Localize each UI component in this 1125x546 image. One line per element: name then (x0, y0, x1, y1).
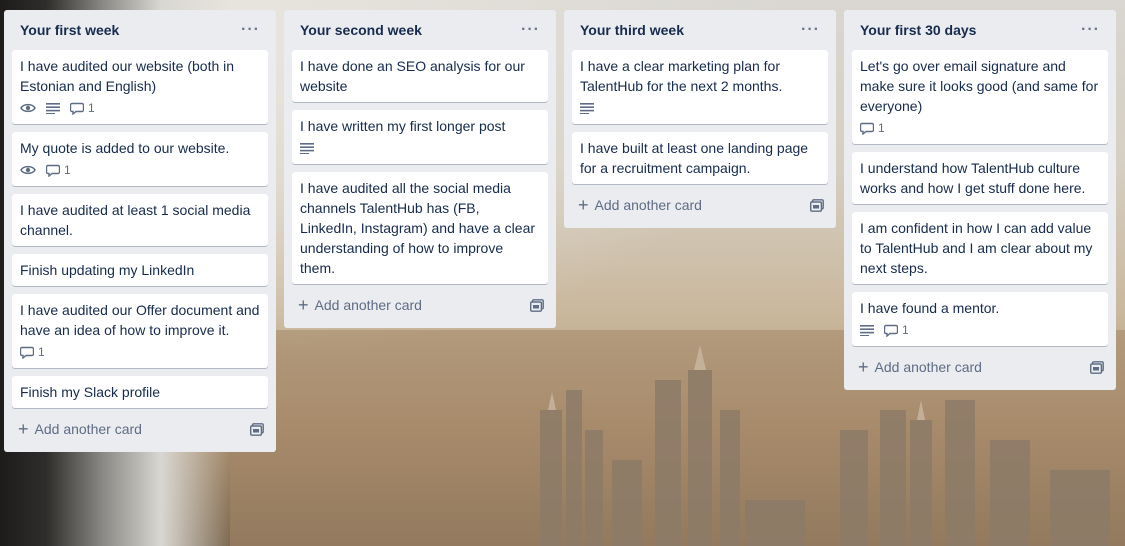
add-another-card-button[interactable]: + Add another card (18, 420, 142, 438)
card-title: I have a clear marketing plan for Talent… (580, 58, 783, 94)
card[interactable]: Finish my Slack profile (12, 376, 268, 408)
card-badges (300, 138, 540, 158)
card-title: Let's go over email signature and make s… (860, 58, 1099, 114)
add-card-label: Add another card (314, 297, 422, 313)
list-4: Your first 30 days ··· Let's go over email… (844, 10, 1116, 390)
card-title: I am confident in how I can add value to… (860, 220, 1093, 276)
card-template-icon[interactable] (530, 298, 544, 312)
card-title: Finish my Slack profile (20, 384, 161, 400)
plus-icon: + (578, 195, 589, 215)
card[interactable]: I have done an SEO analysis for our webs… (292, 50, 548, 102)
comments-badge: 1 (860, 118, 885, 138)
plus-icon: + (298, 295, 309, 315)
list-header: Your first week ··· (12, 10, 268, 50)
comment-count: 1 (902, 323, 909, 337)
card-badges: 1 (20, 342, 260, 362)
card-title: I have found a mentor. (860, 300, 1000, 316)
list-title[interactable]: Your first week (20, 22, 119, 38)
ellipsis-icon[interactable]: ··· (235, 21, 266, 39)
description-lines-icon (580, 102, 594, 114)
add-another-card-button[interactable]: + Add another card (578, 196, 702, 214)
card-title: I have done an SEO analysis for our webs… (300, 58, 525, 94)
plus-icon: + (858, 357, 869, 377)
card-title: I have built at least one landing page f… (580, 140, 809, 176)
list-header: Your first 30 days ··· (852, 10, 1108, 50)
card-badges: 1 (860, 320, 1100, 340)
card-badges (580, 98, 820, 118)
add-card-label: Add another card (594, 197, 702, 213)
card-template-icon[interactable] (250, 422, 264, 436)
comments-badge: 1 (70, 98, 95, 118)
card[interactable]: Finish updating my LinkedIn (12, 254, 268, 286)
add-card-row: + Add another card (12, 414, 268, 444)
list-2: Your second week ··· I have done an SEO an… (284, 10, 556, 328)
add-card-row: + Add another card (852, 352, 1108, 382)
card-badges: 1 (20, 160, 260, 180)
card-title: Finish updating my LinkedIn (20, 262, 195, 278)
plus-icon: + (18, 419, 29, 439)
list-title[interactable]: Your second week (300, 22, 422, 38)
card[interactable]: I have audited all the social media chan… (292, 172, 548, 284)
card-title: I have audited our website (both in Esto… (20, 58, 235, 94)
comment-bubble-icon (46, 164, 60, 177)
card-title: I have audited all the social media chan… (300, 180, 536, 276)
card-title: I understand how TalentHub culture works… (860, 160, 1086, 196)
description-lines-icon (860, 324, 874, 336)
description-lines-icon (46, 102, 60, 114)
comment-count: 1 (878, 121, 885, 135)
comment-bubble-icon (860, 122, 874, 135)
card[interactable]: I have audited our Offer document and ha… (12, 294, 268, 368)
comment-bubble-icon (20, 346, 34, 359)
ellipsis-icon[interactable]: ··· (1075, 21, 1106, 39)
comments-badge: 1 (884, 320, 909, 340)
card-template-icon[interactable] (1090, 360, 1104, 374)
comments-badge: 1 (20, 342, 45, 362)
description-lines-icon (300, 142, 314, 154)
add-card-label: Add another card (874, 359, 982, 375)
card[interactable]: My quote is added to our website. 1 (12, 132, 268, 186)
ellipsis-icon[interactable]: ··· (795, 21, 826, 39)
comment-count: 1 (64, 163, 71, 177)
card[interactable]: I am confident in how I can add value to… (852, 212, 1108, 284)
ellipsis-icon[interactable]: ··· (515, 21, 546, 39)
card-badges: 1 (20, 98, 260, 118)
add-card-row: + Add another card (572, 190, 828, 220)
card[interactable]: I have built at least one landing page f… (572, 132, 828, 184)
list-header: Your third week ··· (572, 10, 828, 50)
card[interactable]: I have written my first longer post (292, 110, 548, 164)
list-header: Your second week ··· (292, 10, 548, 50)
card[interactable]: I have audited at least 1 social media c… (12, 194, 268, 246)
card[interactable]: I have audited our website (both in Esto… (12, 50, 268, 124)
card-title: I have audited at least 1 social media c… (20, 202, 251, 238)
card[interactable]: Let's go over email signature and make s… (852, 50, 1108, 144)
list-title[interactable]: Your third week (580, 22, 684, 38)
list-1: Your first week ··· I have audited our web… (4, 10, 276, 452)
eye-icon (20, 164, 36, 176)
card[interactable]: I have a clear marketing plan for Talent… (572, 50, 828, 124)
comment-bubble-icon (70, 102, 84, 115)
add-card-label: Add another card (34, 421, 142, 437)
list-title[interactable]: Your first 30 days (860, 22, 976, 38)
list-3: Your third week ··· I have a clear marketi… (564, 10, 836, 228)
card[interactable]: I understand how TalentHub culture works… (852, 152, 1108, 204)
add-another-card-button[interactable]: + Add another card (858, 358, 982, 376)
card-badges: 1 (860, 118, 1100, 138)
comments-badge: 1 (46, 160, 71, 180)
comment-count: 1 (88, 101, 95, 115)
card-template-icon[interactable] (810, 198, 824, 212)
comment-bubble-icon (884, 324, 898, 337)
add-another-card-button[interactable]: + Add another card (298, 296, 422, 314)
card-title: I have audited our Offer document and ha… (20, 302, 260, 338)
card[interactable]: I have found a mentor. 1 (852, 292, 1108, 346)
add-card-row: + Add another card (292, 290, 548, 320)
card-title: I have written my first longer post (300, 118, 506, 134)
comment-count: 1 (38, 345, 45, 359)
eye-icon (20, 102, 36, 114)
card-title: My quote is added to our website. (20, 140, 230, 156)
